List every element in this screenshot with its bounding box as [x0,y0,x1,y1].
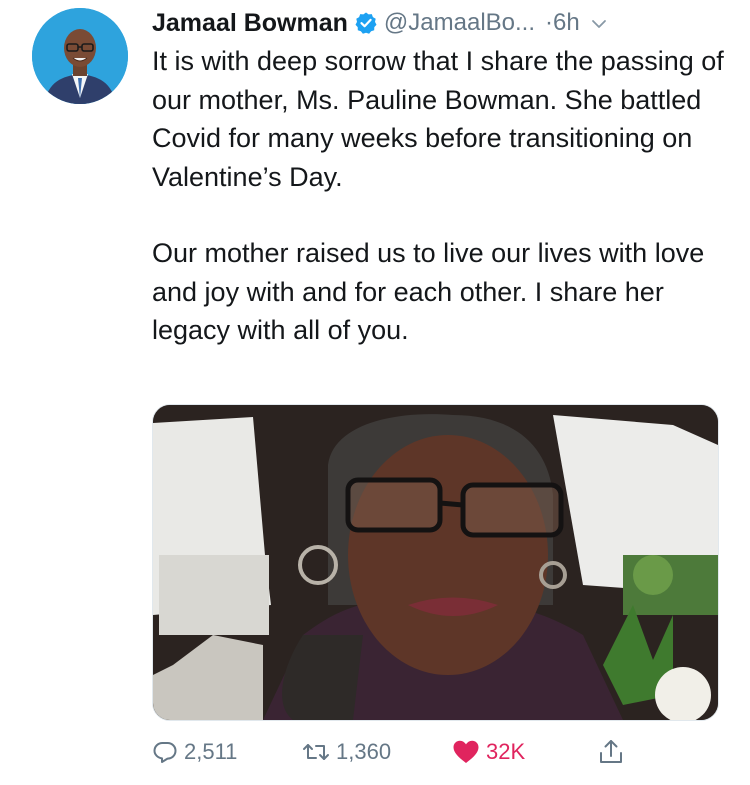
tweet: Jamaal Bowman @JamaalBo... ·6h It is wit… [0,0,750,785]
tweet-paragraph: It is with deep sorrow that I share the … [152,46,724,192]
retweet-count: 1,360 [336,739,392,764]
like-button[interactable]: 32K [452,728,525,776]
retweet-icon [303,744,329,760]
author-handle[interactable]: @JamaalBo... [384,9,535,37]
reply-icon [153,742,177,763]
author-name[interactable]: Jamaal Bowman [152,9,348,38]
reply-count: 2,511 [184,739,238,764]
tweet-header: Jamaal Bowman @JamaalBo... ·6h [152,4,740,42]
timestamp[interactable]: ·6h [545,9,580,37]
chevron-down-icon[interactable] [590,15,608,33]
tweet-photo[interactable] [152,404,719,721]
heart-icon [453,740,479,763]
avatar[interactable] [32,8,128,104]
verified-badge-icon [355,12,377,34]
share-button[interactable] [598,728,624,776]
retweet-button[interactable]: 1,360 [302,728,391,776]
tweet-text: It is with deep sorrow that I share the … [152,42,732,350]
share-icon [600,740,622,763]
tweet-paragraph: Our mother raised us to live our lives w… [152,238,705,345]
reply-button[interactable]: 2,511 [152,728,237,776]
tweet-actions: 2,511 1,360 32K [152,728,652,776]
like-count: 32K [486,739,526,764]
